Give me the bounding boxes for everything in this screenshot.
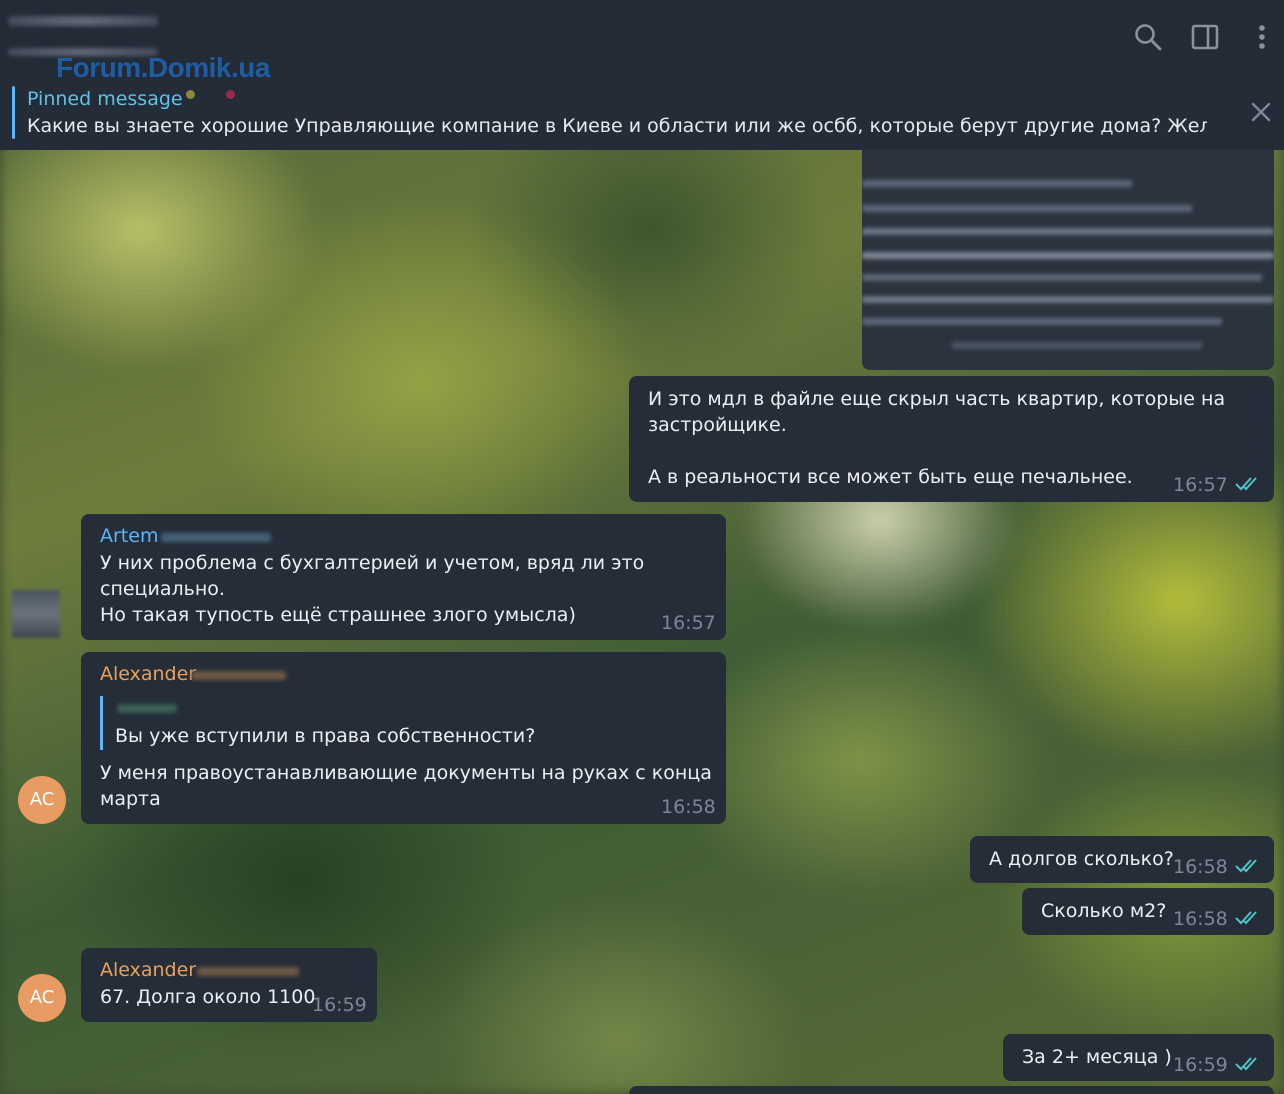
avatar[interactable]: AC (18, 974, 66, 1022)
message-outgoing[interactable]: А долгов сколько? 16:58 (970, 836, 1274, 883)
sender-lastname-blurred (191, 671, 286, 680)
message-text-line: У них проблема с бухгалтерией и учетом, … (100, 552, 645, 574)
message-outgoing[interactable]: Сколько м2? 16:58 (1022, 888, 1274, 935)
message-time: 16:58 (1173, 856, 1228, 878)
message-time: 16:59 (1173, 1054, 1228, 1076)
message-incoming[interactable]: Alexander 67. Долга около 1100 16:59 (81, 948, 377, 1022)
double-check-icon (1235, 911, 1257, 925)
pinned-text: Какие вы знаете хорошие Управляющие комп… (27, 115, 1207, 137)
double-check-icon (1235, 477, 1257, 491)
message-text-line: застройщике. (648, 414, 787, 436)
message-text: За 2+ месяца ) (1022, 1046, 1172, 1068)
message-time: 16:58 (1173, 908, 1228, 930)
message-text-line: У меня правоустанавливающие документы на… (100, 762, 712, 784)
message-time: 16:57 (1173, 474, 1228, 496)
message-incoming[interactable]: Artem У них проблема с бухгалтерией и уч… (81, 514, 726, 640)
pinned-title: Pinned message (27, 88, 183, 110)
message-text: 67. Долга около 1100 (100, 986, 316, 1008)
avatar[interactable]: AC (18, 776, 66, 824)
chat-header: Forum.Domik.ua (0, 0, 1284, 83)
sidebar-toggle-icon[interactable] (1190, 22, 1220, 52)
reply-quote[interactable]: Вы уже вступили в права собственности? (100, 696, 700, 750)
message-time: 16:58 (661, 796, 716, 818)
sender-name[interactable]: Alexander (100, 662, 196, 686)
avatar-artem-blurred[interactable] (12, 590, 60, 638)
double-check-icon (1235, 1057, 1257, 1071)
message-text: Сколько м2? (1041, 900, 1167, 922)
message-incoming[interactable]: Alexander Вы уже вступили в права собств… (81, 652, 726, 824)
message-text-line: Но такая тупость ещё страшнее злого умыс… (100, 604, 576, 626)
watermark-dot (226, 90, 235, 99)
pinned-accent-bar (12, 86, 15, 139)
message-time: 16:59 (312, 994, 367, 1016)
chat-title-blurred[interactable] (8, 16, 158, 26)
sender-lastname-blurred (197, 967, 299, 976)
message-time: 16:57 (661, 612, 716, 634)
double-check-icon (1235, 859, 1257, 873)
message-text-line: специально. (100, 578, 225, 600)
message-outgoing[interactable]: И это мдл в файле еще скрыл часть кварти… (629, 376, 1274, 502)
message-text-line: И это мдл в файле еще скрыл часть кварти… (648, 388, 1226, 410)
watermark-dot (186, 90, 195, 99)
message-text: А долгов сколько? (989, 848, 1174, 870)
reply-author-blurred (117, 704, 177, 713)
more-vert-icon[interactable] (1247, 22, 1277, 52)
sender-name[interactable]: Artem (100, 524, 158, 548)
sender-name[interactable]: Alexander (100, 958, 196, 982)
pinned-message-bar[interactable]: Pinned message Какие вы знаете хорошие У… (0, 78, 1284, 150)
message-text-line: марта (100, 788, 161, 810)
reply-text: Вы уже вступили в права собственности? (115, 725, 536, 747)
sender-lastname-blurred (161, 533, 271, 542)
message-text-line: А в реальности все может быть еще печаль… (648, 466, 1133, 488)
close-icon[interactable] (1247, 98, 1275, 126)
message-outgoing[interactable]: За 2+ месяца ) 16:59 (1003, 1034, 1274, 1081)
message-outgoing-partial[interactable] (629, 1086, 1274, 1094)
search-icon[interactable] (1133, 22, 1163, 52)
photo-attachment[interactable] (862, 150, 1274, 370)
